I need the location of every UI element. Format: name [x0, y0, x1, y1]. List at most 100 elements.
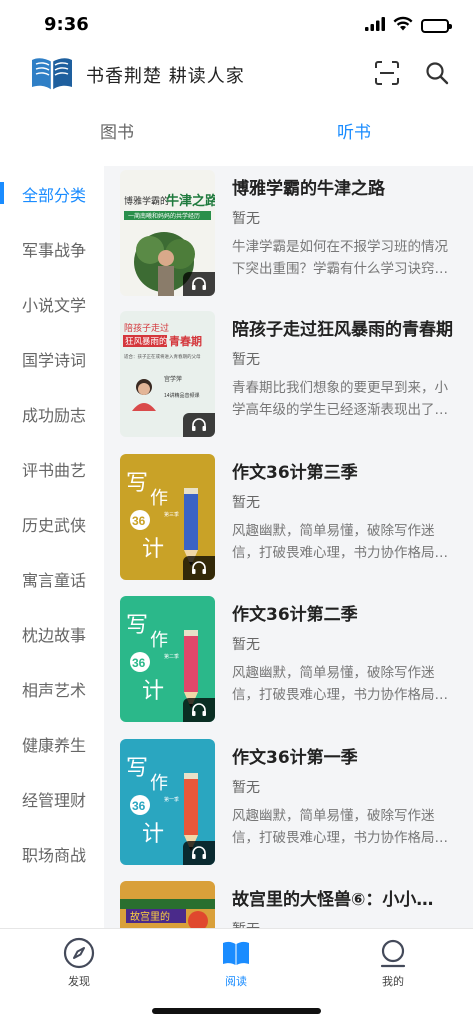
book-title: 作文36计第一季 — [232, 748, 358, 768]
category-item-workplace[interactable]: 职场商战 — [0, 834, 104, 874]
headphones-icon — [183, 841, 215, 865]
app-title: 书香荆楚 耕读人家 — [86, 66, 245, 87]
cover-text: 宫学萍 — [164, 375, 182, 383]
cover-text: 青春期 — [169, 334, 202, 348]
status-bar: 9:36 — [0, 0, 473, 50]
list-item[interactable]: 博雅学霸的 牛津之路 一蔺南曦和妈妈的共学经历 博雅学霸的牛津之路 暂无 牛津学… — [120, 170, 460, 296]
category-item-health[interactable]: 健康养生 — [0, 724, 104, 764]
book-description: 风趣幽默，简单易懂，破除写作迷信，打破畏难心理，书力协作格局… — [232, 808, 448, 846]
audiobook-list: 博雅学霸的 牛津之路 一蔺南曦和妈妈的共学经历 博雅学霸的牛津之路 暂无 牛津学… — [104, 166, 473, 928]
book-description: 青春期比我们想象的要更早到来，小学高年级的学生已经逐渐表现出了… — [232, 380, 448, 418]
book-cover: 写 作 36 计 第三季 — [120, 454, 215, 580]
cover-text: 写 — [126, 470, 148, 495]
cover-text: 写 — [126, 755, 148, 780]
book-author: 暂无 — [232, 352, 260, 368]
cover-text: 计 — [142, 678, 164, 703]
category-label: 国学诗词 — [22, 351, 87, 370]
headphones-icon — [183, 272, 215, 296]
nav-label: 我的 — [382, 975, 404, 988]
book-title: 作文36计第二季 — [232, 605, 358, 625]
nav-profile[interactable]: 我的 — [353, 937, 433, 989]
category-label: 全部分类 — [22, 186, 87, 205]
cover-text: 作 — [150, 773, 168, 793]
category-label: 枕边故事 — [22, 626, 87, 645]
cover-text: 第二季 — [164, 653, 179, 660]
category-label: 相声艺术 — [22, 681, 87, 700]
headphones-icon — [183, 556, 215, 580]
category-label: 健康养生 — [22, 736, 87, 755]
book-title: 故宫里的大怪兽⑥：小小… — [232, 890, 434, 910]
cover-text: 36 — [132, 799, 146, 813]
list-item[interactable]: 写 作 36 计 第三季 作文36计第三季 暂无 风趣幽默，简单易懂，破除写作迷… — [120, 454, 460, 580]
list-item[interactable]: 陪孩子走过 狂风暴雨的 青春期 适合：孩子正在或将进入青春期的父母 宫学萍 14… — [120, 311, 460, 437]
cover-text: 牛津之路 — [166, 193, 215, 208]
book-cover: 故宫里的 — [120, 881, 215, 928]
battery-icon — [421, 18, 452, 33]
nav-read[interactable]: 阅读 — [196, 937, 276, 989]
category-label: 成功励志 — [22, 406, 87, 425]
home-indicator[interactable] — [152, 1008, 321, 1014]
list-item[interactable]: 故宫里的 故宫里的大怪兽⑥：小小… 暂无 — [120, 881, 460, 928]
cover-text: 故宫里的 — [130, 910, 170, 923]
book-title: 作文36计第三季 — [232, 463, 358, 483]
compass-icon — [63, 937, 95, 969]
headphones-icon — [183, 698, 215, 722]
book-author: 暂无 — [232, 495, 260, 511]
book-author: 暂无 — [232, 780, 260, 796]
category-item-fables[interactable]: 寓言童话 — [0, 559, 104, 599]
nav-label: 阅读 — [225, 975, 247, 988]
profile-icon — [377, 937, 409, 969]
category-item-storytelling[interactable]: 评书曲艺 — [0, 449, 104, 489]
category-item-history[interactable]: 历史武侠 — [0, 504, 104, 544]
cover-text: 狂风暴雨的 — [125, 336, 168, 346]
top-tabs: 图书 听书 — [0, 108, 473, 154]
category-label: 评书曲艺 — [22, 461, 87, 480]
scan-icon[interactable] — [374, 60, 400, 86]
book-author: 暂无 — [232, 211, 260, 227]
category-item-bedtime[interactable]: 枕边故事 — [0, 614, 104, 654]
book-icon — [220, 937, 252, 969]
status-icons — [365, 16, 452, 35]
category-label: 小说文学 — [22, 296, 87, 315]
tab-listen[interactable]: 听书 — [337, 118, 371, 143]
cover-text: 作 — [150, 630, 168, 650]
cover-text: 计 — [142, 821, 164, 846]
list-item[interactable]: 写 作 36 计 第二季 作文36计第二季 暂无 风趣幽默，简单易懂，破除写作迷… — [120, 596, 460, 722]
list-item[interactable]: 写 作 36 计 第一季 作文36计第一季 暂无 风趣幽默，简单易懂，破除写作迷… — [120, 739, 460, 865]
cover-text: 第三季 — [164, 511, 179, 518]
category-item-classics[interactable]: 国学诗词 — [0, 339, 104, 379]
nav-label: 发现 — [68, 975, 90, 988]
cover-text: 36 — [132, 514, 146, 528]
category-item-crosstalk[interactable]: 相声艺术 — [0, 669, 104, 709]
cover-text: 作 — [150, 488, 168, 508]
cover-text: 第一季 — [164, 796, 179, 803]
category-label: 军事战争 — [22, 241, 87, 260]
category-label: 经管理财 — [22, 791, 87, 810]
book-description: 风趣幽默，简单易懂，破除写作迷信，打破畏难心理，书力协作格局… — [232, 523, 448, 561]
book-cover: 陪孩子走过 狂风暴雨的 青春期 适合：孩子正在或将进入青春期的父母 宫学萍 14… — [120, 311, 215, 437]
book-description: 牛津学霸是如何在不报学习班的情况下突出重围？学霸有什么学习诀窍… — [232, 239, 448, 277]
category-item-all[interactable]: 全部分类 — [0, 174, 104, 214]
category-item-military[interactable]: 军事战争 — [0, 229, 104, 269]
tab-books[interactable]: 图书 — [100, 118, 134, 143]
cover-text: 14讲精品音频课 — [164, 392, 200, 399]
cover-text: 计 — [142, 536, 164, 561]
category-label: 历史武侠 — [22, 516, 87, 535]
cover-text: 一蔺南曦和妈妈的共学经历 — [128, 212, 200, 220]
cover-text: 36 — [132, 656, 146, 670]
category-sidebar: 全部分类 军事战争 小说文学 国学诗词 成功励志 评书曲艺 历史武侠 寓言童话 … — [0, 166, 104, 928]
book-title: 陪孩子走过狂风暴雨的青春期 — [232, 320, 453, 340]
book-title: 博雅学霸的牛津之路 — [232, 179, 385, 199]
cover-text: 写 — [126, 612, 148, 637]
category-item-inspiration[interactable]: 成功励志 — [0, 394, 104, 434]
category-item-finance[interactable]: 经管理财 — [0, 779, 104, 819]
book-author: 暂无 — [232, 919, 260, 928]
nav-discover[interactable]: 发现 — [39, 937, 119, 989]
headphones-icon — [183, 413, 215, 437]
wifi-icon — [393, 16, 413, 35]
book-description: 风趣幽默，简单易懂，破除写作迷信，打破畏难心理，书力协作格局… — [232, 665, 448, 703]
search-icon[interactable] — [424, 60, 450, 86]
status-time: 9:36 — [44, 14, 89, 35]
category-item-fiction[interactable]: 小说文学 — [0, 284, 104, 324]
category-label: 职场商战 — [22, 846, 87, 865]
